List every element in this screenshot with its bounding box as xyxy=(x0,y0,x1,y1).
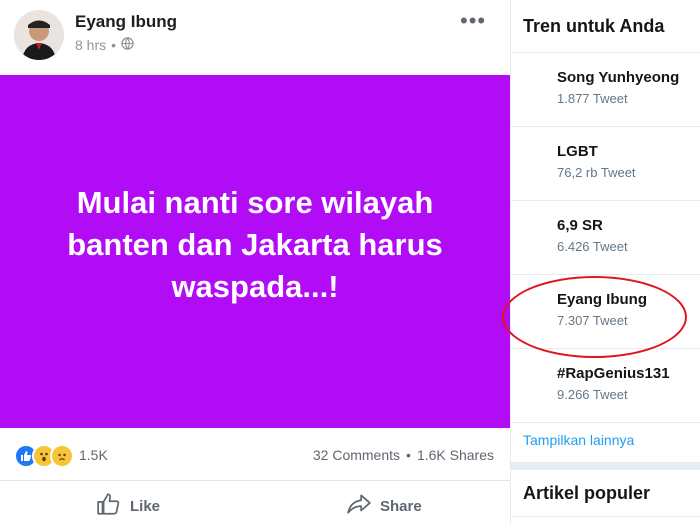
globe-icon xyxy=(121,37,134,53)
shares-count[interactable]: 1.6K Shares xyxy=(417,447,494,463)
post-image[interactable]: Mulai nanti sore wilayah banten dan Jaka… xyxy=(0,75,510,428)
trend-count: 6.426 Tweet xyxy=(557,239,628,254)
trend-item[interactable]: #RapGenius131 9.266 Tweet xyxy=(511,349,700,423)
like-label: Like xyxy=(130,497,161,515)
meta-separator: • xyxy=(111,37,117,53)
facebook-post: Eyang Ibung 8 hrs • ••• Mulai nanti sore… xyxy=(0,0,510,525)
share-arrow-icon xyxy=(346,491,372,521)
stats-separator: • xyxy=(406,447,411,463)
comments-count[interactable]: 32 Comments xyxy=(313,447,400,463)
trend-name: Song Yunhyeong xyxy=(557,69,680,86)
trend-count: 1.877 Tweet xyxy=(557,91,628,106)
post-image-text: Mulai nanti sore wilayah banten dan Jaka… xyxy=(67,184,443,304)
trend-count: 9.266 Tweet xyxy=(557,387,628,402)
trend-name: Eyang Ibung xyxy=(557,291,647,308)
post-actions: Like Share xyxy=(0,481,510,525)
trend-name: 6,9 SR xyxy=(557,217,603,234)
share-label: Share xyxy=(380,497,422,515)
trend-item[interactable]: 6,9 SR 6.426 Tweet xyxy=(511,201,700,275)
trend-item[interactable]: Song Yunhyeong 1.877 Tweet xyxy=(511,53,700,127)
trend-item[interactable]: LGBT 76,2 rb Tweet xyxy=(511,127,700,201)
show-more-link[interactable]: Tampilkan lainnya xyxy=(523,432,634,448)
sad-reaction-icon xyxy=(50,444,74,468)
divider xyxy=(511,516,700,517)
popular-articles-title: Artikel populer xyxy=(523,483,651,503)
avatar[interactable] xyxy=(14,10,64,60)
trend-name: #RapGenius131 xyxy=(557,365,670,382)
post-author[interactable]: Eyang Ibung xyxy=(75,12,177,32)
reaction-icons[interactable] xyxy=(14,444,74,468)
post-time[interactable]: 8 hrs xyxy=(75,37,106,53)
trends-title: Tren untuk Anda xyxy=(523,16,665,36)
reaction-count[interactable]: 1.5K xyxy=(79,447,108,463)
more-options-icon[interactable]: ••• xyxy=(460,8,486,34)
trend-count: 7.307 Tweet xyxy=(557,313,628,328)
trend-item[interactable]: Eyang Ibung 7.307 Tweet xyxy=(511,275,700,349)
trend-count: 76,2 rb Tweet xyxy=(557,165,636,180)
thumbs-up-icon xyxy=(96,491,122,521)
post-header: Eyang Ibung 8 hrs • ••• xyxy=(0,0,510,75)
section-separator xyxy=(511,462,700,470)
share-button[interactable]: Share xyxy=(346,491,422,521)
avatar-image xyxy=(14,10,64,60)
reactions-bar: 1.5K 32 Comments • 1.6K Shares xyxy=(0,428,510,481)
trends-panel: Tren untuk Anda Song Yunhyeong 1.877 Twe… xyxy=(510,0,700,525)
trend-name: LGBT xyxy=(557,143,598,160)
post-stats: 32 Comments • 1.6K Shares xyxy=(313,447,494,463)
post-meta: 8 hrs • xyxy=(75,37,134,53)
like-button[interactable]: Like xyxy=(96,491,160,521)
